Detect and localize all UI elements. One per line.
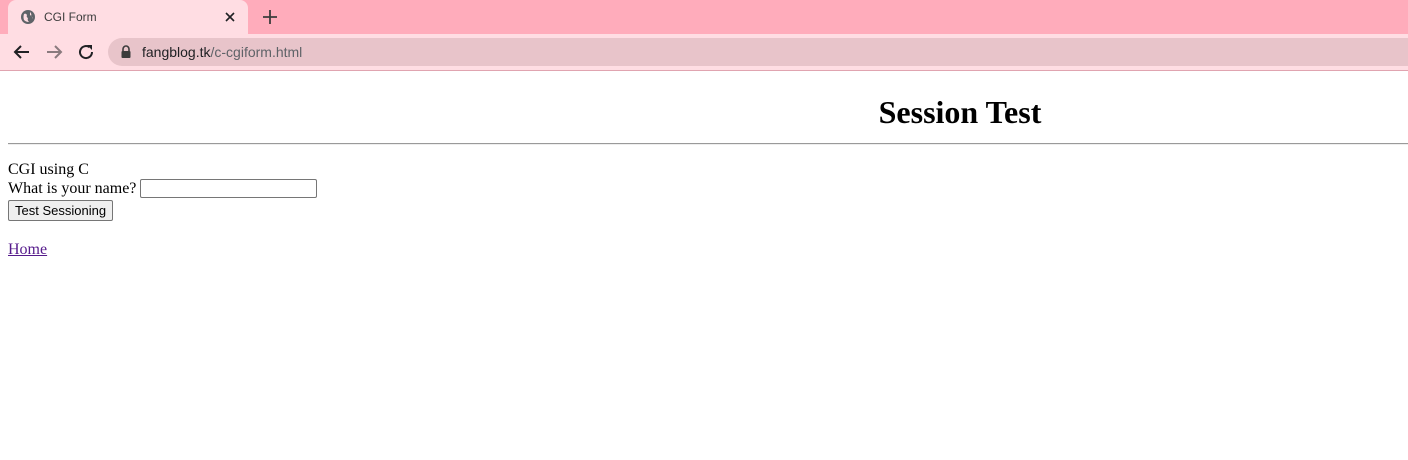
reload-icon[interactable] (76, 42, 96, 62)
back-arrow-icon[interactable] (12, 42, 32, 62)
close-icon[interactable] (222, 9, 238, 25)
browser-chrome: CGI Form fangblog.tk/c-cgiform.html (0, 0, 1408, 71)
page-title: Session Test (878, 94, 1042, 130)
lock-icon[interactable] (120, 45, 132, 59)
test-sessioning-button[interactable]: Test Sessioning (8, 200, 114, 221)
name-input[interactable] (140, 179, 317, 198)
plus-icon[interactable] (260, 7, 280, 27)
url-path: /c-cgiform.html (210, 44, 303, 60)
address-bar[interactable]: fangblog.tk/c-cgiform.html (108, 38, 1408, 66)
tab-title: CGI Form (44, 10, 97, 24)
browser-toolbar: fangblog.tk/c-cgiform.html (0, 34, 1408, 71)
tab-strip: CGI Form (0, 0, 1408, 34)
forward-arrow-icon[interactable] (44, 42, 64, 62)
tab-cgi-form[interactable]: CGI Form (8, 0, 248, 34)
url-text[interactable]: fangblog.tk/c-cgiform.html (142, 44, 302, 60)
name-label: What is your name? (8, 180, 137, 197)
url-host: fangblog.tk (142, 44, 211, 60)
home-link[interactable]: Home (8, 240, 47, 259)
globe-icon (21, 10, 35, 24)
subtitle: CGI using C (8, 161, 89, 178)
divider (8, 143, 1408, 145)
page-content: Session Test CGI using C What is your na… (0, 71, 1408, 460)
